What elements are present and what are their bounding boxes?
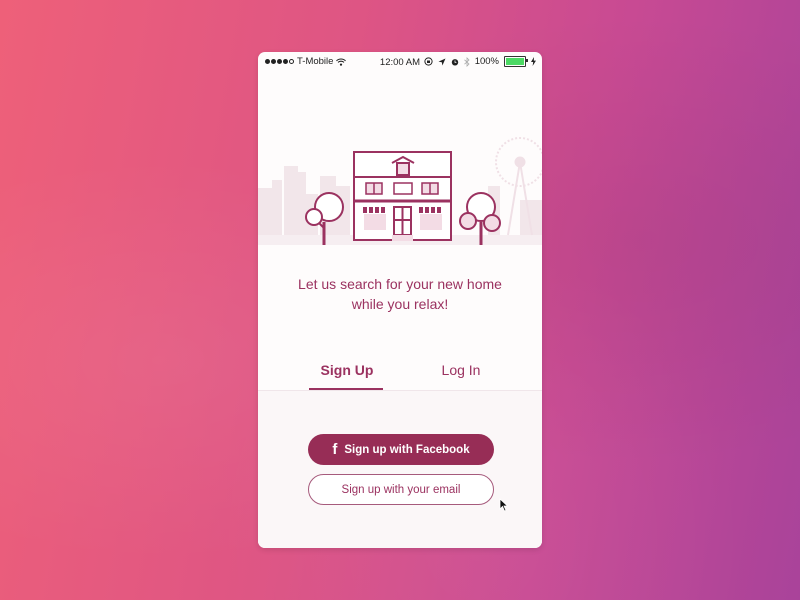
sign-up-email-button[interactable]: Sign up with your email [308, 474, 494, 505]
orientation-lock-icon [424, 57, 433, 66]
tagline: Let us search for your new home while yo… [258, 274, 542, 314]
bluetooth-icon [463, 56, 470, 67]
mouse-cursor-icon [499, 498, 509, 512]
signup-panel: f Sign up with Facebook Sign up with you… [258, 390, 542, 548]
tagline-line-1: Let us search for your new home [298, 276, 502, 292]
battery-icon [504, 56, 528, 67]
facebook-button-label: Sign up with Facebook [344, 443, 470, 456]
tab-log-in[interactable]: Log In [430, 362, 492, 378]
location-arrow-icon [438, 58, 446, 65]
sign-up-facebook-button[interactable]: f Sign up with Facebook [308, 434, 494, 465]
status-bar: T-Mobile 12:00 AM 100% [258, 52, 542, 72]
tab-sign-up[interactable]: Sign Up [310, 362, 384, 378]
auth-tabs: Sign Up Log In [258, 352, 542, 390]
tagline-line-2: while you relax! [351, 296, 449, 312]
charging-bolt-icon [531, 57, 536, 66]
email-button-label: Sign up with your email [341, 483, 461, 496]
house-illustration [258, 137, 542, 245]
battery-percent: 100% [474, 56, 499, 67]
facebook-icon: f [332, 441, 338, 458]
phone-screen: T-Mobile 12:00 AM 100% Let us search for… [258, 52, 542, 548]
alarm-icon [451, 58, 458, 65]
